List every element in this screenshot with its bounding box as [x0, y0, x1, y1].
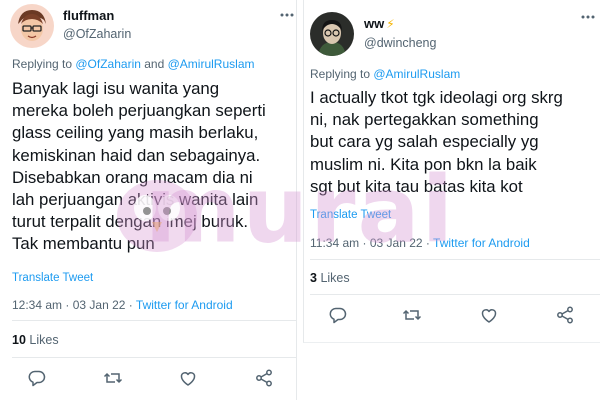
divider: [310, 259, 600, 260]
meta-separator: ·: [65, 298, 70, 312]
reply-icon[interactable]: [328, 305, 348, 325]
likes-count[interactable]: 3 Likes: [310, 271, 350, 285]
likes-count[interactable]: 10 Likes: [12, 333, 59, 347]
tweet-meta: 12:34 am · 03 Jan 22 · Twitter for Andro…: [12, 298, 233, 312]
lightning-icon: ⚡: [386, 17, 395, 31]
tweet-card-fluffman: fluffman @OfZaharin Replying to @OfZahar…: [0, 0, 297, 400]
replying-to: Replying to @OfZaharin and @AmirulRuslam: [12, 57, 254, 71]
tweet-date[interactable]: 03 Jan 22: [370, 236, 423, 250]
mention-link[interactable]: @AmirulRuslam: [373, 67, 460, 81]
tweet-source[interactable]: Twitter for Android: [136, 298, 233, 312]
likes-number: 3: [310, 271, 317, 285]
replying-to-joiner: and: [140, 57, 168, 71]
more-icon[interactable]: [280, 10, 294, 17]
share-icon[interactable]: [254, 368, 274, 388]
retweet-icon[interactable]: [402, 305, 422, 325]
tweet-card-ww: ww ⚡ @dwincheng Replying to @AmirulRuslam…: [303, 0, 600, 343]
likes-label: Likes: [29, 333, 59, 347]
like-icon[interactable]: [178, 368, 198, 388]
mention-link[interactable]: @OfZaharin: [75, 57, 141, 71]
divider: [310, 294, 600, 295]
mention-link[interactable]: @AmirulRuslam: [168, 57, 255, 71]
retweet-icon[interactable]: [103, 368, 123, 388]
divider: [12, 320, 296, 321]
tweet-actions: [304, 305, 600, 329]
avatar-image: [310, 12, 354, 56]
replying-to: Replying to @AmirulRuslam: [310, 67, 460, 81]
avatar-image: [10, 4, 54, 48]
tweet-source[interactable]: Twitter for Android: [433, 236, 530, 250]
display-name[interactable]: ww ⚡: [364, 16, 395, 31]
tweet-text: Banyak lagi isu wanita yang mereka boleh…: [12, 79, 266, 254]
user-handle[interactable]: @dwincheng: [364, 36, 436, 50]
divider: [12, 357, 296, 358]
like-icon[interactable]: [479, 305, 499, 325]
share-icon[interactable]: [555, 305, 575, 325]
tweet-actions: [0, 368, 296, 392]
more-icon[interactable]: [581, 12, 595, 19]
display-name[interactable]: fluffman: [63, 8, 114, 23]
translate-tweet-link[interactable]: Translate Tweet: [12, 272, 93, 284]
meta-separator: ·: [362, 236, 367, 250]
meta-separator: ·: [425, 236, 430, 250]
display-name-text: ww: [364, 16, 385, 31]
tweet-time[interactable]: 11:34 am: [310, 236, 359, 250]
reply-icon[interactable]: [27, 368, 47, 388]
tweet-time[interactable]: 12:34 am: [12, 298, 62, 312]
avatar[interactable]: [310, 12, 354, 56]
translate-tweet-link[interactable]: Translate Tweet: [310, 209, 391, 221]
likes-label: Likes: [320, 271, 350, 285]
tweet-date[interactable]: 03 Jan 22: [73, 298, 126, 312]
replying-to-label: Replying to: [310, 67, 374, 81]
likes-number: 10: [12, 333, 26, 347]
replying-to-label: Replying to: [12, 57, 76, 71]
avatar[interactable]: [10, 4, 54, 48]
tweet-meta: 11:34 am · 03 Jan 22 · Twitter for Andro…: [310, 236, 530, 250]
user-handle[interactable]: @OfZaharin: [63, 27, 131, 41]
meta-separator: ·: [128, 298, 133, 312]
tweet-text: I actually tkot tgk ideolagi org skrg ni…: [310, 88, 563, 196]
